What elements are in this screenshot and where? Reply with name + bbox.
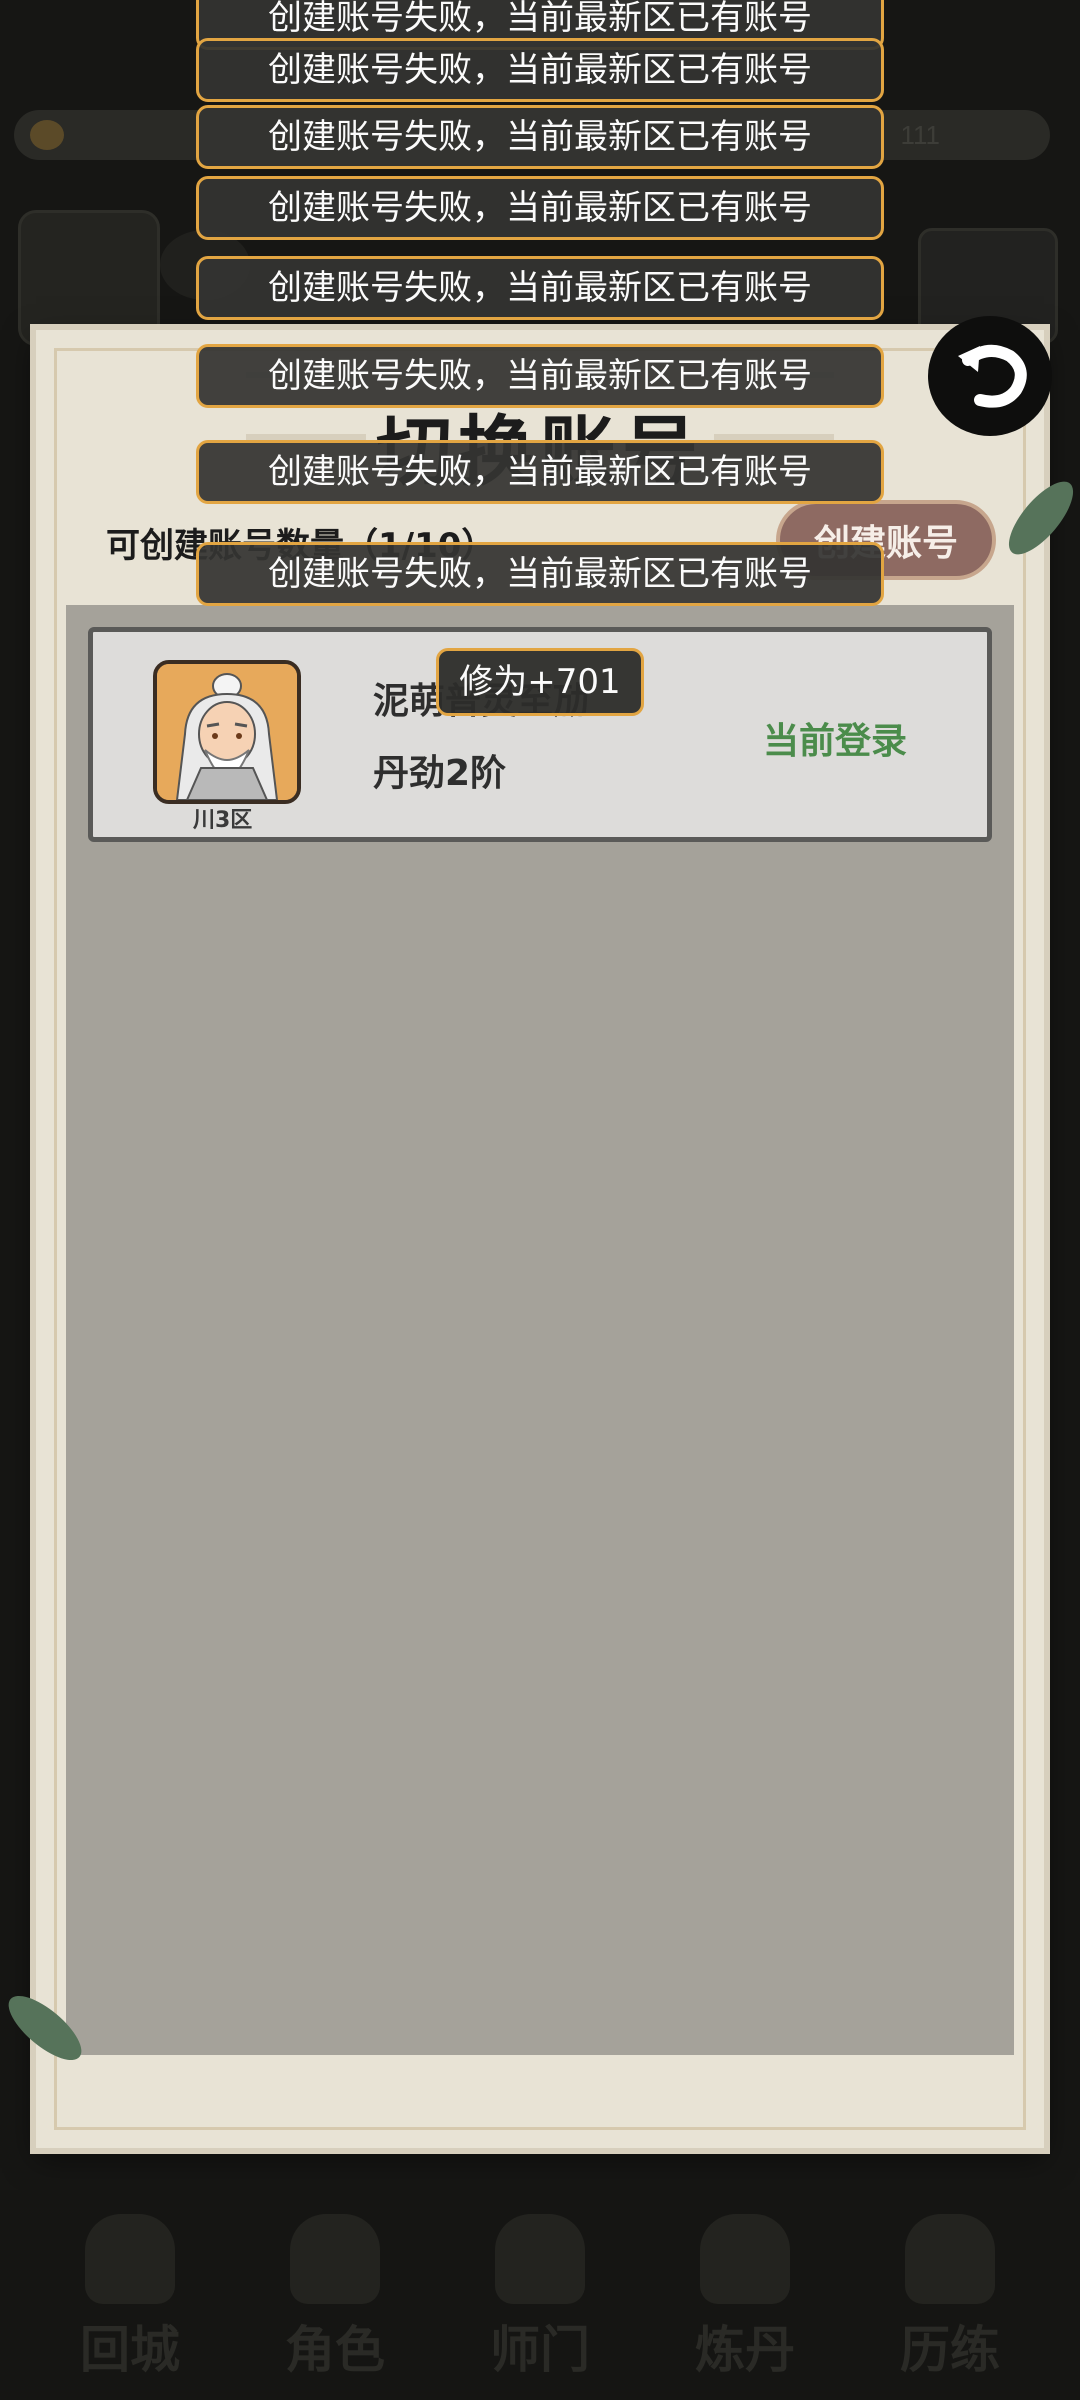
nav-label: 回城 <box>80 2321 180 2379</box>
scroll-icon <box>905 2214 995 2304</box>
nav-label: 师门 <box>490 2321 590 2379</box>
nav-item-character[interactable]: 角色 <box>260 2190 410 2400</box>
nav-item-home[interactable]: 回城 <box>55 2190 205 2400</box>
server-label: 川3区 <box>193 808 253 833</box>
nav-item-training[interactable]: 历练 <box>875 2190 1025 2400</box>
avatar <box>153 660 301 804</box>
cultivation-toast: 修为+701 <box>436 648 644 716</box>
character-icon <box>290 2214 380 2304</box>
nav-label: 炼丹 <box>695 2321 795 2379</box>
sect-icon <box>495 2214 585 2304</box>
current-login-status: 当前登录 <box>762 721 907 762</box>
back-button[interactable] <box>928 316 1052 436</box>
back-arrow-icon <box>958 344 1027 408</box>
error-toast: 创建账号失败，当前最新区已有账号 <box>196 176 884 240</box>
nav-label: 角色 <box>285 2321 385 2379</box>
error-toast: 创建账号失败，当前最新区已有账号 <box>196 542 884 606</box>
town-icon <box>85 2214 175 2304</box>
bottom-nav: 回城 角色 师门 炼丹 历练 <box>0 2190 1080 2400</box>
account-list: 川3区 泥萌普灵至劢 丹劲2阶 当前登录 <box>66 605 1014 2055</box>
error-toast: 创建账号失败，当前最新区已有账号 <box>196 440 884 504</box>
elder-avatar-icon <box>157 664 297 800</box>
account-rank: 丹劲2阶 <box>373 753 507 794</box>
gold-icon <box>30 120 64 150</box>
player-portrait <box>18 210 160 346</box>
nav-item-alchemy[interactable]: 炼丹 <box>670 2190 820 2400</box>
nav-item-sect[interactable]: 师门 <box>465 2190 615 2400</box>
error-toast: 创建账号失败，当前最新区已有账号 <box>196 105 884 169</box>
nav-label: 历练 <box>900 2321 1000 2379</box>
error-toast: 创建账号失败，当前最新区已有账号 <box>196 256 884 320</box>
error-toast: 创建账号失败，当前最新区已有账号 <box>196 38 884 102</box>
resource-count: 111 <box>900 120 940 150</box>
error-toast: 创建账号失败，当前最新区已有账号 <box>196 344 884 408</box>
cauldron-icon <box>700 2214 790 2304</box>
